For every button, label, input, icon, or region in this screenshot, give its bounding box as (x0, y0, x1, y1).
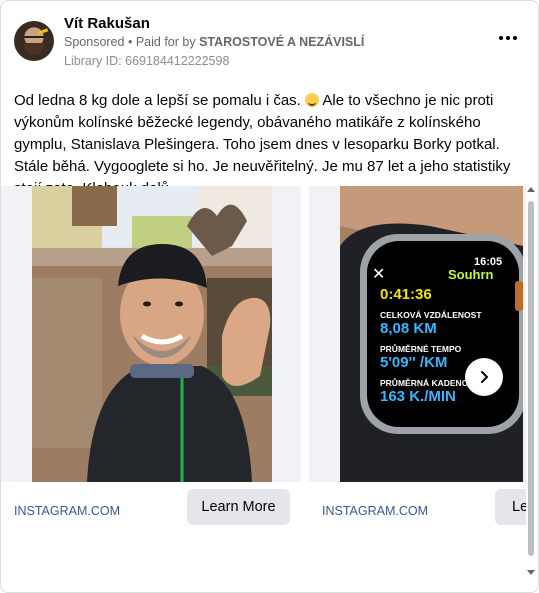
library-id: Library ID: 669184412222598 (64, 54, 230, 68)
payer-name: STAROSTOVÉ A NEZÁVISLÍ (199, 35, 365, 49)
sponsored-line: Sponsored • Paid for by STAROSTOVÉ A NEZ… (64, 35, 364, 49)
watch-pace-label: PRŮMĚRNÉ TEMPO (380, 344, 462, 354)
separator: • (127, 35, 133, 49)
more-options-button[interactable] (496, 31, 520, 45)
carousel-next-button[interactable] (465, 358, 503, 396)
watch-distance-label: CELKOVÁ VZDÁLENOST (380, 310, 482, 320)
sponsored-label: Sponsored (64, 35, 125, 49)
card-1-caption[interactable]: INSTAGRAM.COM (14, 504, 120, 518)
grinning-emoji-icon (305, 93, 320, 107)
avatar[interactable] (14, 21, 54, 61)
selfie-image[interactable] (32, 186, 272, 482)
body-text-part-1: Od ledna 8 kg dole a lepší se pomalu i č… (14, 92, 301, 109)
watch-pace: 5'09'' /KM (380, 354, 448, 371)
scroll-up-arrow-icon[interactable] (527, 187, 535, 192)
learn-more-button-2-label: Le (512, 499, 526, 515)
chevron-right-icon (481, 371, 488, 383)
watch-cadence: 163 K./MIN (380, 388, 456, 405)
more-dots-icon (499, 36, 503, 40)
watch-title: Souhrn (448, 267, 494, 282)
scroll-thumb[interactable] (528, 201, 534, 556)
learn-more-button[interactable]: Learn More (187, 489, 290, 525)
watch-duration: 0:41:36 (380, 286, 432, 303)
learn-more-button-2[interactable]: Le (495, 489, 526, 525)
advertiser-name[interactable]: Vít Rakušan (64, 15, 150, 32)
ad-card: Vít Rakušan Sponsored • Paid for by STAR… (0, 0, 539, 593)
ad-body-text: Od ledna 8 kg dole a lepší se pomalu i č… (14, 90, 529, 200)
carousel: ✕ 16:05 Souhrn 0:41:36 CELKOVÁ VZDÁLENOS… (1, 186, 526, 531)
close-icon: ✕ (372, 266, 386, 283)
card-2-caption[interactable]: INSTAGRAM.COM (322, 504, 428, 518)
watch-cadence-label: PRŮMĚRNÁ KADENC (380, 378, 468, 388)
scroll-down-arrow-icon[interactable] (527, 570, 535, 575)
scrollbar[interactable] (525, 181, 537, 581)
paid-for-label: Paid for by (135, 35, 196, 49)
watch-distance: 8,08 KM (380, 320, 437, 337)
